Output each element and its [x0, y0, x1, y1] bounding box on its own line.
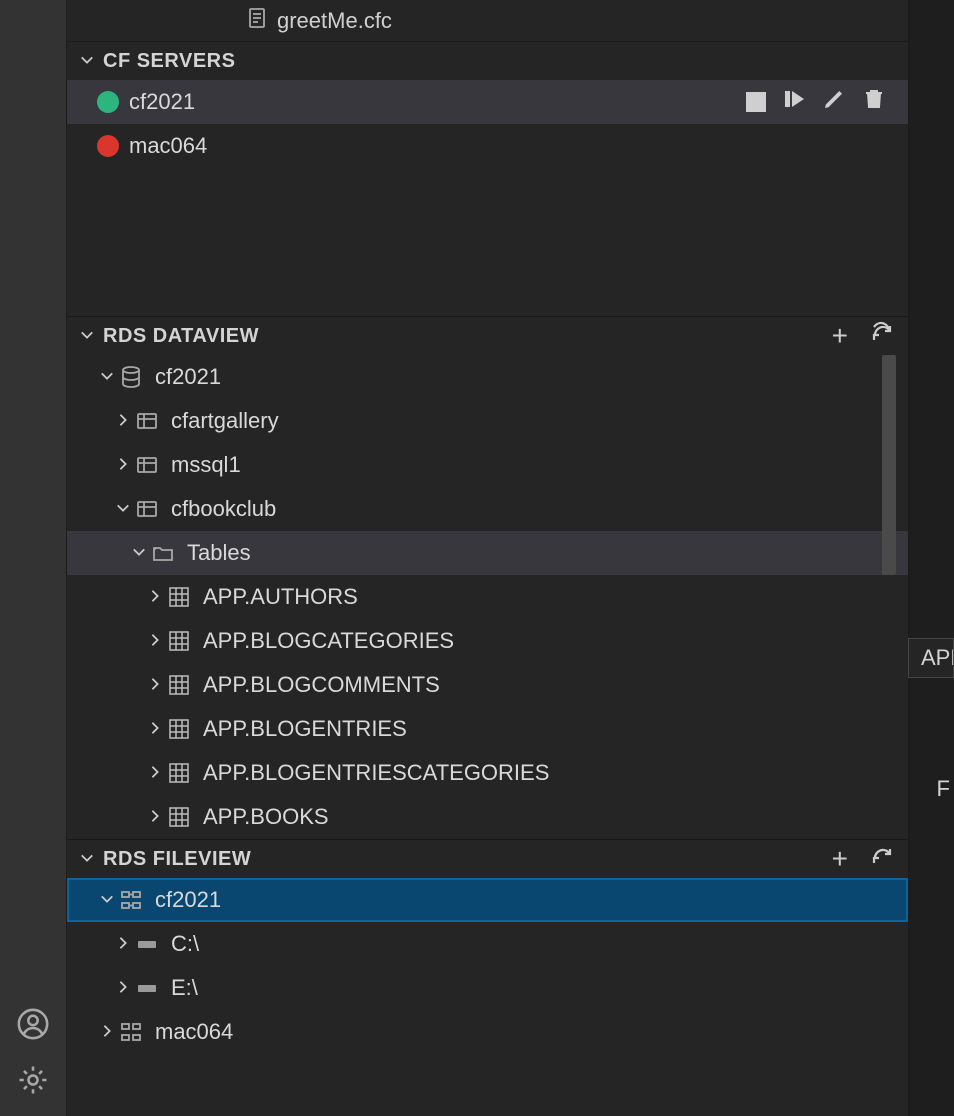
trash-icon[interactable] [862, 87, 886, 117]
tables-folder-node[interactable]: Tables [67, 531, 908, 575]
table-grid-icon [165, 717, 193, 741]
section-header-rdsdataview[interactable]: RDS DATAVIEW + [67, 317, 908, 355]
table-node[interactable]: APP.BLOGENTRIESCATEGORIES [67, 751, 908, 795]
refresh-icon[interactable] [870, 321, 894, 351]
chevron-right-icon [113, 933, 133, 956]
drive-node-c[interactable]: C:\ [67, 922, 908, 966]
chevron-down-icon [129, 542, 149, 565]
datasource-node-cfartgallery[interactable]: cfartgallery [67, 399, 908, 443]
status-indicator-icon [97, 91, 119, 113]
table-grid-icon [165, 585, 193, 609]
status-indicator-icon [97, 135, 119, 157]
node-label: mssql1 [171, 452, 241, 478]
dataview-server-node[interactable]: cf2021 [67, 355, 908, 399]
editor-area-partial: APP F [908, 0, 954, 1116]
continue-icon[interactable] [782, 87, 806, 117]
add-icon[interactable]: + [832, 322, 848, 350]
refresh-icon[interactable] [870, 844, 894, 874]
drive-node-e[interactable]: E:\ [67, 966, 908, 1010]
node-label: cfbookclub [171, 496, 276, 522]
chevron-down-icon [97, 889, 117, 912]
server-label: mac064 [129, 133, 207, 159]
table-grid-icon [165, 629, 193, 653]
server-row-cf2021[interactable]: cf2021 [67, 80, 908, 124]
chevron-right-icon [113, 410, 133, 433]
table-node[interactable]: APP.BLOGENTRIES [67, 707, 908, 751]
stop-icon[interactable] [746, 92, 766, 112]
node-label: cf2021 [155, 364, 221, 390]
datasource-icon [133, 453, 161, 477]
drive-icon [133, 976, 161, 1000]
node-label: APP.BLOGCOMMENTS [203, 672, 440, 698]
table-node[interactable]: APP.BLOGCOMMENTS [67, 663, 908, 707]
table-grid-icon [165, 805, 193, 829]
scrollbar-thumb[interactable] [882, 355, 896, 575]
node-label: APP.BLOGENTRIES [203, 716, 407, 742]
node-label: APP.BLOGCATEGORIES [203, 628, 454, 654]
node-label: cf2021 [155, 887, 221, 913]
file-tree-item[interactable]: greetMe.cfc [67, 0, 908, 42]
edit-pencil-icon[interactable] [822, 87, 846, 117]
node-label: APP.BOOKS [203, 804, 329, 830]
table-grid-icon [165, 761, 193, 785]
section-header-rdsfileview[interactable]: RDS FILEVIEW + [67, 840, 908, 878]
chevron-right-icon [145, 762, 165, 785]
node-label: mac064 [155, 1019, 233, 1045]
database-icon [117, 365, 145, 389]
datasource-icon [133, 497, 161, 521]
chevron-right-icon [145, 806, 165, 829]
node-label: APP.AUTHORS [203, 584, 358, 610]
drive-icon [133, 932, 161, 956]
section-title: RDS DATAVIEW [103, 325, 259, 348]
section-header-cfservers[interactable]: CF SERVERS [67, 42, 908, 80]
table-node[interactable]: APP.AUTHORS [67, 575, 908, 619]
add-icon[interactable]: + [832, 845, 848, 873]
server-row-mac064[interactable]: mac064 [67, 124, 908, 168]
section-title: RDS FILEVIEW [103, 848, 251, 871]
fileview-server-node-cf2021[interactable]: cf2021 [67, 878, 908, 922]
partial-text: F [937, 776, 950, 802]
node-label: E:\ [171, 975, 198, 1001]
account-icon[interactable] [13, 1004, 53, 1044]
server-row-actions [746, 87, 886, 117]
section-title: CF SERVERS [103, 50, 235, 73]
chevron-right-icon [145, 586, 165, 609]
datasource-node-cfbookclub[interactable]: cfbookclub [67, 487, 908, 531]
node-label: cfartgallery [171, 408, 279, 434]
server-tree-icon [117, 1020, 145, 1044]
tooltip-partial: APP [908, 638, 954, 678]
chevron-down-icon [77, 325, 97, 348]
activity-bar [0, 0, 66, 1116]
folder-open-icon [149, 541, 177, 565]
chevron-right-icon [145, 718, 165, 741]
node-label: C:\ [171, 931, 199, 957]
table-node[interactable]: APP.BOOKS [67, 795, 908, 839]
chevron-right-icon [113, 454, 133, 477]
chevron-right-icon [145, 630, 165, 653]
chevron-down-icon [97, 366, 117, 389]
datasource-icon [133, 409, 161, 433]
fileview-server-node-mac064[interactable]: mac064 [67, 1010, 908, 1054]
chevron-right-icon [145, 674, 165, 697]
chevron-down-icon [77, 848, 97, 871]
sidebar-panel: greetMe.cfc CF SERVERS cf2021 mac064 [66, 0, 908, 1116]
settings-gear-icon[interactable] [13, 1060, 53, 1100]
table-node[interactable]: APP.BLOGCATEGORIES [67, 619, 908, 663]
table-grid-icon [165, 673, 193, 697]
datasource-node-mssql1[interactable]: mssql1 [67, 443, 908, 487]
file-icon [245, 6, 269, 36]
server-tree-icon [117, 888, 145, 912]
chevron-down-icon [77, 50, 97, 73]
node-label: Tables [187, 540, 251, 566]
file-name-label: greetMe.cfc [277, 8, 392, 34]
chevron-right-icon [113, 977, 133, 1000]
chevron-right-icon [97, 1021, 117, 1044]
node-label: APP.BLOGENTRIESCATEGORIES [203, 760, 549, 786]
chevron-down-icon [113, 498, 133, 521]
server-label: cf2021 [129, 89, 195, 115]
